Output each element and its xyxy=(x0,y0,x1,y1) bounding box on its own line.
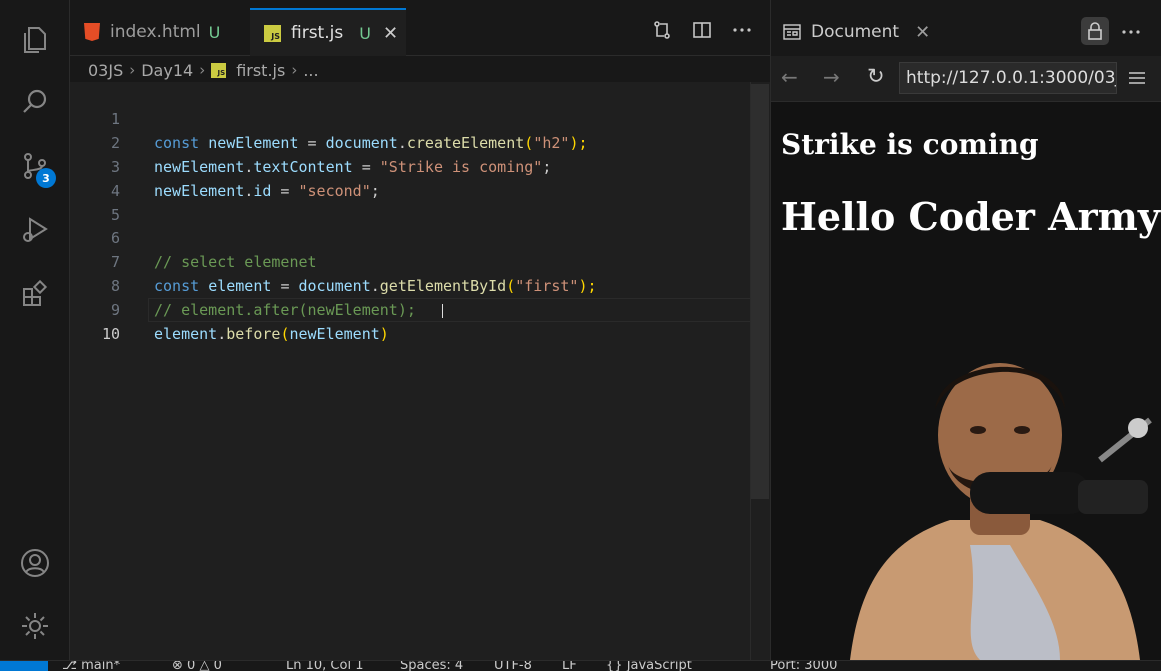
breadcrumb-item[interactable]: first.js xyxy=(236,61,285,80)
code-line[interactable]: 6 // select elemenet xyxy=(70,202,750,271)
breadcrumb-item[interactable]: Day14 xyxy=(141,61,193,80)
forward-arrow-icon[interactable]: → xyxy=(823,65,840,89)
git-status-untracked: U xyxy=(208,22,221,42)
tab-index-html[interactable]: index.html U xyxy=(82,8,246,56)
browser-tab-bar: Document ✕ xyxy=(771,0,1161,56)
javascript-file-icon: JS xyxy=(264,24,281,42)
code-line[interactable]: 8 // element.after(newElement); xyxy=(70,250,750,319)
menu-icon[interactable] xyxy=(1128,70,1146,86)
activity-bar: 3 xyxy=(0,0,70,660)
cursor-position[interactable]: Ln 10, Col 1 xyxy=(286,661,363,671)
line-number: 10 xyxy=(101,325,120,343)
code-line[interactable]: 3 newElement.id = "second"; xyxy=(70,131,750,200)
page-heading-h2: Strike is coming xyxy=(781,128,1039,161)
problems-status[interactable]: ⊗ 0 △ 0 xyxy=(172,661,222,671)
settings-gear-icon[interactable] xyxy=(17,608,53,644)
encoding-status[interactable]: UTF-8 xyxy=(494,661,532,671)
url-input[interactable]: http://127.0.0.1:3000/03JS xyxy=(899,62,1117,94)
code-line[interactable]: 2 newElement.textContent = "Strike is co… xyxy=(70,107,750,176)
back-arrow-icon[interactable]: ← xyxy=(781,65,798,89)
compare-changes-icon[interactable] xyxy=(652,20,672,40)
code-editor[interactable]: 1 const newElement = document.createElem… xyxy=(70,82,770,660)
editor-actions xyxy=(652,20,752,40)
run-debug-icon[interactable] xyxy=(17,212,53,248)
account-icon[interactable] xyxy=(17,545,53,581)
vscode-window: 3 index.html U JS first.js U ✕ 03JS › Da… xyxy=(0,0,1161,671)
browser-nav-bar: ← → ↻ http://127.0.0.1:3000/03JS xyxy=(771,56,1161,102)
text-cursor-ibeam-icon xyxy=(442,304,450,318)
source-control-badge: 3 xyxy=(36,168,56,188)
eol-status[interactable]: LF xyxy=(562,661,577,671)
breadcrumb-item[interactable]: ... xyxy=(303,61,318,80)
chevron-right-icon: › xyxy=(199,61,206,79)
tab-document[interactable]: Document ✕ xyxy=(771,8,930,56)
code-line[interactable]: 7 const element = document.getElementByI… xyxy=(70,226,750,295)
remote-indicator[interactable] xyxy=(0,661,48,671)
tab-label: Document xyxy=(811,22,900,42)
live-server-port[interactable]: Port: 3000 xyxy=(770,661,837,671)
lock-icon[interactable] xyxy=(1081,17,1109,45)
language-mode[interactable]: {} JavaScript xyxy=(606,661,692,671)
code-text[interactable]: element.before(newElement) xyxy=(154,322,389,346)
indentation-status[interactable]: Spaces: 4 xyxy=(400,661,463,671)
more-actions-icon[interactable] xyxy=(1121,22,1141,42)
editor-tab-bar: index.html U JS first.js U ✕ xyxy=(70,0,770,56)
chevron-right-icon: › xyxy=(129,61,136,79)
browser-preview-icon xyxy=(783,24,801,40)
page-heading-h1: Hello Coder Army xyxy=(781,194,1160,239)
close-icon[interactable]: ✕ xyxy=(915,22,930,43)
breadcrumb-item[interactable]: 03JS xyxy=(88,61,123,80)
status-bar: ⎇ main* ⊗ 0 △ 0 Ln 10, Col 1 Spaces: 4 U… xyxy=(0,660,1161,671)
more-actions-icon[interactable] xyxy=(732,20,752,40)
close-icon[interactable]: ✕ xyxy=(383,23,398,44)
breadcrumb: 03JS › Day14 › JS first.js › ... xyxy=(88,58,319,82)
scrollbar-thumb[interactable] xyxy=(751,84,769,499)
javascript-file-icon: JS xyxy=(211,62,227,78)
git-status-untracked: U xyxy=(359,23,371,43)
chevron-right-icon: › xyxy=(291,61,298,79)
code-line[interactable]: 9 element.before(newElement) xyxy=(70,274,750,343)
split-editor-icon[interactable] xyxy=(692,20,712,40)
extensions-icon[interactable] xyxy=(17,276,53,312)
code-line[interactable]: 1 const newElement = document.createElem… xyxy=(70,83,750,152)
search-icon[interactable] xyxy=(17,84,53,120)
tab-label: first.js xyxy=(291,23,344,43)
webcam-presenter-image xyxy=(850,363,1152,660)
code-line[interactable]: 4 xyxy=(70,155,750,200)
explorer-icon[interactable] xyxy=(17,22,53,58)
code-line-current[interactable]: 10 xyxy=(70,298,750,343)
code-line[interactable]: 5 xyxy=(70,179,750,224)
html5-icon xyxy=(84,23,100,41)
tab-label: index.html xyxy=(110,22,201,42)
reload-icon[interactable]: ↻ xyxy=(867,64,885,88)
tab-first-js[interactable]: JS first.js U ✕ xyxy=(250,8,406,56)
git-branch-status[interactable]: ⎇ main* xyxy=(62,661,120,671)
